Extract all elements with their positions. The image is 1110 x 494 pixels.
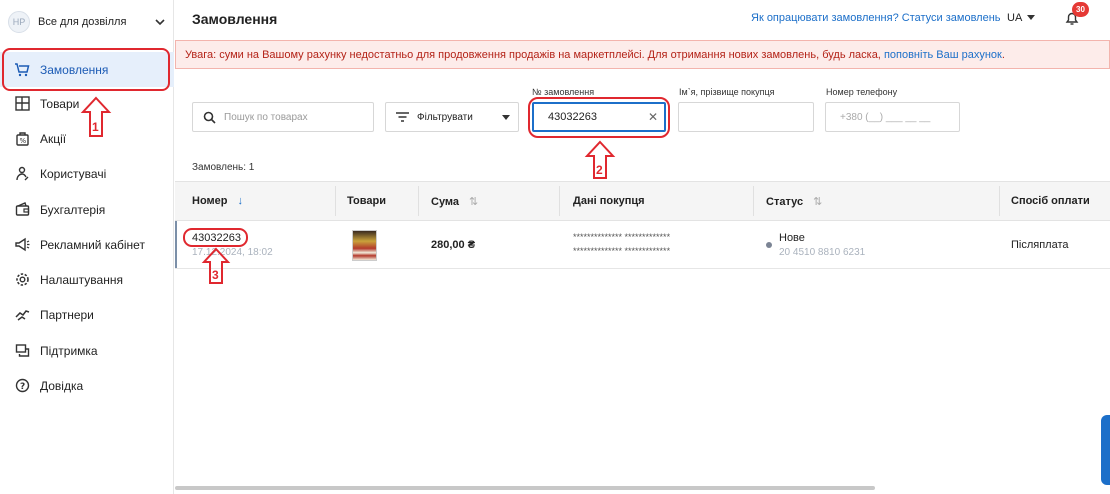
filter-icon	[396, 112, 409, 122]
side-widget-tab[interactable]	[1101, 415, 1110, 485]
balance-warning: Увага: суми на Вашому рахунку недостатнь…	[175, 40, 1110, 69]
sidebar-item-label: Бухгалтерія	[40, 202, 106, 217]
table-header: Номер ↓ Товари Сума ⇅ Дані покупця Статус ⇅…	[175, 181, 1110, 221]
chevron-down-icon	[1027, 15, 1035, 20]
store-avatar: HP	[8, 11, 30, 33]
chevron-down-icon	[155, 19, 165, 26]
annotation-label-2: 2	[596, 163, 603, 177]
sidebar-item-label: Довідка	[40, 378, 84, 393]
sidebar-item-ads[interactable]: Рекламний кабінет	[0, 227, 174, 262]
filter-button-label: Фільтрувати	[417, 111, 473, 123]
orders-count: Замовлень: 1	[192, 162, 255, 173]
search-placeholder: Пошук по товарах	[224, 111, 308, 123]
search-icon	[203, 111, 216, 124]
page-title: Замовлення	[192, 11, 278, 27]
payment-method: Післяплата	[1011, 239, 1069, 251]
buyer-name-input[interactable]	[678, 102, 814, 132]
phone-placeholder: +380 (__) ___ __ __	[840, 111, 931, 123]
top-bar: Замовлення Як опрацювати замовлення? Ста…	[175, 0, 1110, 38]
sidebar-item-support[interactable]: Підтримка	[0, 333, 174, 368]
column-divider	[559, 186, 560, 216]
sidebar-item-label: Рекламний кабінет	[40, 237, 145, 252]
column-divider	[999, 186, 1000, 216]
warning-tail: .	[1001, 49, 1005, 61]
column-buyer: Дані покупця	[573, 195, 645, 207]
column-label: Дані покупця	[573, 195, 645, 207]
column-label: Сума	[431, 195, 460, 208]
horizontal-scrollbar[interactable]	[175, 486, 875, 490]
order-number-label: № замовлення	[532, 87, 595, 97]
filter-button[interactable]: Фільтрувати	[385, 102, 519, 132]
svg-text:?: ?	[20, 382, 25, 392]
sidebar-item-settings[interactable]: Налаштування	[0, 262, 174, 297]
chat-icon	[14, 343, 30, 359]
order-sum: 280,00 ₴	[431, 239, 476, 251]
column-status[interactable]: Статус ⇅	[766, 195, 822, 209]
sidebar-item-help[interactable]: ? Довідка	[0, 368, 174, 403]
column-label: Спосіб оплати	[1011, 195, 1090, 207]
sort-icon[interactable]: ⇅	[813, 195, 822, 208]
column-payment: Спосіб оплати	[1011, 195, 1090, 207]
column-sum[interactable]: Сума ⇅	[431, 195, 478, 209]
wallet-icon	[14, 202, 30, 218]
help-icon: ?	[14, 378, 30, 394]
product-search-input[interactable]: Пошук по товарах	[192, 102, 374, 132]
warning-text: Увага: суми на Вашому рахунку недостатнь…	[185, 49, 884, 61]
store-selector[interactable]: HP Все для дозвілля	[8, 8, 166, 36]
highlight-box-3	[183, 228, 248, 247]
column-label: Статус	[766, 195, 804, 208]
sidebar-item-label: Акції	[40, 131, 67, 146]
highlight-box-1	[2, 48, 170, 91]
phone-input[interactable]: +380 (__) ___ __ __	[825, 102, 960, 132]
column-number[interactable]: Номер ↓	[192, 195, 243, 207]
gear-icon	[14, 272, 30, 288]
buyer-phone-masked: ************** *************	[573, 246, 671, 256]
caret-down-icon	[502, 114, 510, 120]
sort-down-icon[interactable]: ↓	[238, 195, 244, 207]
users-icon	[14, 166, 30, 182]
annotation-label-3: 3	[212, 268, 219, 282]
annotation-label-1: 1	[92, 120, 99, 134]
sidebar-item-accounting[interactable]: Бухгалтерія	[0, 192, 174, 227]
phone-label: Номер телефону	[826, 87, 898, 97]
column-divider	[418, 186, 419, 216]
column-divider	[335, 186, 336, 216]
handshake-icon	[14, 307, 30, 323]
buyer-name-masked: ************** *************	[573, 232, 671, 242]
status-dot	[766, 242, 772, 248]
sidebar-item-partners[interactable]: Партнери	[0, 297, 174, 332]
megaphone-icon	[14, 237, 30, 253]
sidebar: HP Все для дозвілля Замовлення Товари % …	[0, 0, 174, 494]
column-divider	[753, 186, 754, 216]
sort-icon[interactable]: ⇅	[469, 195, 478, 208]
tracking-number[interactable]: 20 4510 8810 6231	[779, 247, 865, 258]
column-label: Товари	[347, 195, 386, 207]
discount-icon: %	[14, 131, 30, 147]
order-status: Нове	[779, 232, 805, 244]
svg-text:%: %	[19, 137, 26, 145]
grid-icon	[14, 96, 30, 112]
buyer-name-label: Ім`я, прізвище покупця	[679, 87, 775, 97]
sidebar-item-label: Підтримка	[40, 343, 98, 358]
sidebar-item-label: Товари	[40, 96, 80, 111]
column-label: Номер	[192, 195, 228, 207]
sidebar-item-label: Налаштування	[40, 272, 123, 287]
notification-badge: 30	[1072, 2, 1089, 17]
sidebar-item-label: Партнери	[40, 307, 94, 322]
store-name: Все для дозвілля	[38, 16, 127, 28]
language-selector[interactable]: UA	[1007, 12, 1022, 24]
sidebar-item-label: Користувачі	[40, 166, 107, 181]
highlight-box-2	[528, 97, 670, 138]
help-link[interactable]: Як опрацювати замовлення? Статуси замовл…	[751, 12, 1001, 24]
sidebar-item-users[interactable]: Користувачі	[0, 156, 174, 191]
table-row[interactable]: 43032263 17.12.2024, 18:02 280,00 ₴ ****…	[175, 221, 1110, 269]
top-up-link[interactable]: поповніть Ваш рахунок	[884, 49, 1002, 61]
column-products: Товари	[347, 195, 386, 207]
product-thumbnail[interactable]	[352, 230, 377, 261]
